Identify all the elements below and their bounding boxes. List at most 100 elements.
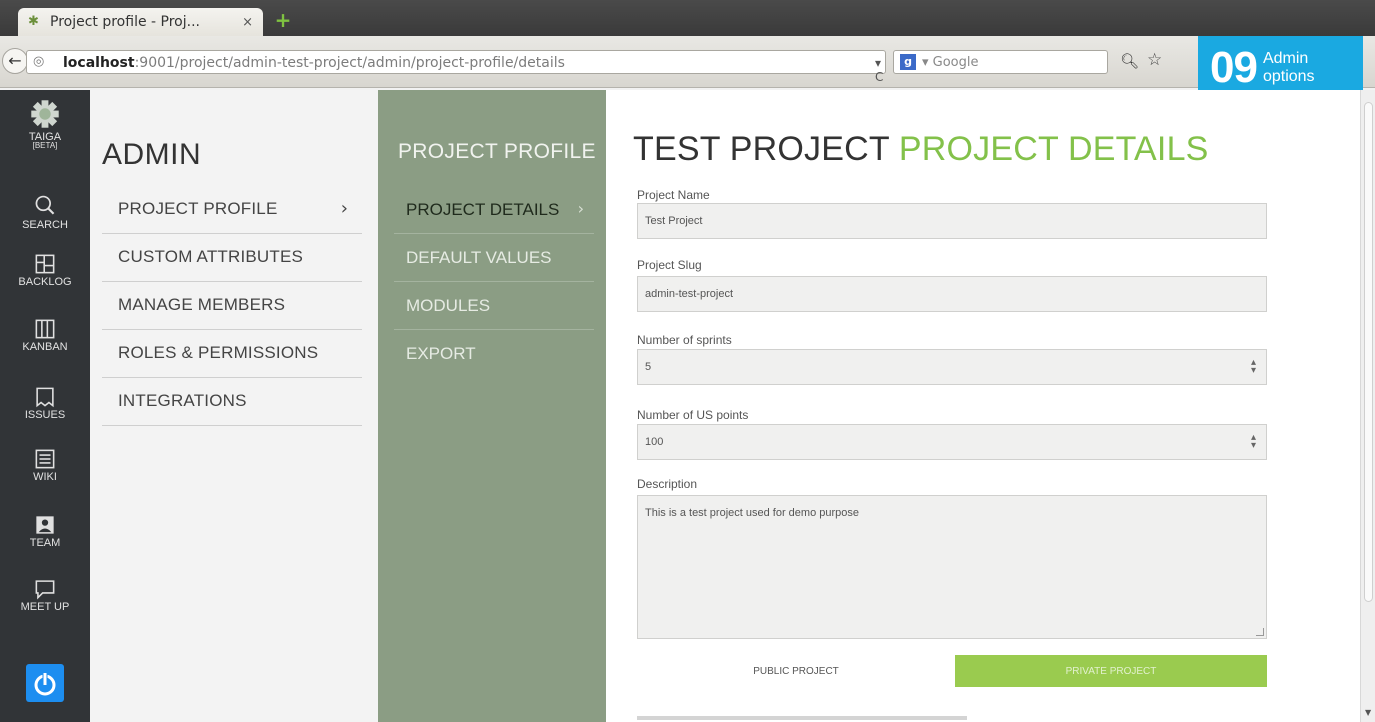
url-text: localhost:9001/project/admin-test-projec… (63, 55, 565, 71)
admin-item-custom-attributes[interactable]: CUSTOM ATTRIBUTES (102, 234, 362, 282)
new-tab-button[interactable]: + (274, 10, 292, 30)
project-slug-field[interactable]: admin-test-project (637, 276, 1267, 312)
magnifier-icon[interactable]: 🔍︎ (1120, 52, 1139, 70)
admin-title: ADMIN (102, 138, 202, 171)
badge-caption: Admin options (1263, 50, 1315, 86)
pp-item-label: PROJECT DETAILS (406, 200, 560, 219)
issues-icon (36, 387, 54, 408)
sprints-value: 5 (645, 361, 652, 373)
rail-search[interactable]: SEARCH (0, 194, 90, 231)
admin-item-label: PROJECT PROFILE (118, 199, 278, 218)
resize-grip-icon[interactable] (1256, 628, 1264, 636)
pp-item-label: EXPORT (406, 344, 476, 363)
page-title-section: PROJECT DETAILS (898, 130, 1209, 168)
points-stepper[interactable]: 100 ▴ ▾ (637, 424, 1267, 460)
close-tab-icon[interactable]: × (242, 15, 253, 30)
rail-label-search: SEARCH (22, 219, 68, 231)
search-bar[interactable]: g ▾ Google (893, 50, 1108, 74)
cut-off-content (637, 716, 967, 720)
page-scrollbar[interactable]: ▼ (1360, 90, 1375, 722)
rail-label-meetup: MEET UP (20, 601, 70, 613)
badge-line1: Admin (1262, 50, 1309, 67)
project-profile-menu: PROJECT PROFILE PROJECT DETAILS › DEFAUL… (378, 90, 606, 722)
chevron-right-icon: › (577, 199, 584, 218)
power-button[interactable] (26, 664, 64, 702)
project-slug-label: Project Slug (637, 258, 702, 272)
stepper-arrows-icon[interactable]: ▴ ▾ (1251, 358, 1256, 376)
page-title: TEST PROJECT PROJECT DETAILS (633, 130, 1209, 169)
project-name-label: Project Name (637, 188, 710, 202)
pp-item-modules[interactable]: MODULES (394, 282, 594, 330)
admin-menu: ADMIN PROJECT PROFILE › CUSTOM ATTRIBUTE… (90, 90, 378, 722)
google-engine-icon[interactable]: g (900, 54, 916, 70)
url-path: :9001/project/admin-test-project/admin/p… (134, 55, 565, 71)
page-title-project: TEST PROJECT (633, 130, 890, 168)
admin-item-label: CUSTOM ATTRIBUTES (118, 247, 304, 266)
points-value: 100 (645, 436, 664, 448)
sprints-stepper[interactable]: 5 ▴ ▾ (637, 349, 1267, 385)
url-host: localhost (63, 55, 135, 71)
rail-label-team: TEAM (29, 537, 61, 549)
rail-issues[interactable]: ISSUES (0, 386, 90, 421)
badge-line2: options (1262, 68, 1315, 85)
pp-item-label: DEFAULT VALUES (406, 248, 552, 267)
pp-item-default-values[interactable]: DEFAULT VALUES (394, 234, 594, 282)
admin-item-project-profile[interactable]: PROJECT PROFILE › (102, 186, 362, 234)
tab-title: Project profile - Proj... (50, 14, 200, 30)
search-icon (35, 195, 55, 215)
description-textarea[interactable]: This is a test project used for demo pur… (637, 495, 1267, 639)
admin-item-label: INTEGRATIONS (118, 391, 247, 410)
rail-label-kanban: KANBAN (22, 341, 68, 353)
team-icon (36, 516, 54, 534)
rail-wiki[interactable]: WIKI (0, 448, 90, 483)
wiki-icon (35, 449, 55, 469)
admin-item-label: ROLES & PERMISSIONS (118, 343, 319, 362)
backlog-icon (35, 254, 55, 274)
pp-item-project-details[interactable]: PROJECT DETAILS › (394, 186, 594, 234)
icon-rail: TAIGA [BETA] SEARCH BACKLOG KANBAN ISSUE… (0, 90, 90, 722)
browser-tab-strip: ✱ Project profile - Proj... × + (0, 0, 1375, 36)
rail-kanban[interactable]: KANBAN (0, 318, 90, 353)
admin-item-roles-permissions[interactable]: ROLES & PERMISSIONS (102, 330, 362, 378)
project-slug-value: admin-test-project (645, 288, 734, 300)
rail-label-wiki: WIKI (33, 471, 57, 483)
admin-item-integrations[interactable]: INTEGRATIONS (102, 378, 362, 426)
description-value: This is a test project used for demo pur… (645, 507, 859, 519)
sprints-label: Number of sprints (637, 333, 732, 347)
rail-label-issues: ISSUES (24, 409, 66, 421)
scroll-down-icon[interactable]: ▼ (1365, 708, 1371, 717)
meetup-icon (35, 580, 55, 600)
browser-tab[interactable]: ✱ Project profile - Proj... × (18, 8, 263, 36)
site-identity-icon[interactable]: ◎ (33, 54, 44, 69)
rail-meetup[interactable]: MEET UP (0, 578, 90, 613)
private-project-button[interactable]: PRIVATE PROJECT (955, 655, 1267, 687)
address-bar[interactable]: ◎ localhost:9001/project/admin-test-proj… (26, 50, 886, 84)
chevron-right-icon: › (340, 198, 348, 219)
public-project-button[interactable]: PUBLIC PROJECT (637, 655, 955, 687)
reload-icon[interactable]: ▾ C (875, 56, 885, 84)
badge-number: 09 (1210, 43, 1258, 92)
favicon-icon: ✱ (28, 14, 39, 29)
description-label: Description (637, 477, 698, 491)
private-project-label: PRIVATE PROJECT (1065, 665, 1157, 677)
bookmark-star-icon[interactable]: ☆ (1147, 50, 1162, 70)
taiga-logo[interactable]: TAIGA [BETA] (0, 98, 90, 150)
admin-item-label: MANAGE MEMBERS (118, 295, 286, 314)
project-name-field[interactable]: Test Project (637, 203, 1267, 239)
admin-item-manage-members[interactable]: MANAGE MEMBERS (102, 282, 362, 330)
public-project-label: PUBLIC PROJECT (753, 665, 839, 677)
pp-item-label: MODULES (406, 296, 491, 315)
project-profile-title: PROJECT PROFILE (398, 140, 596, 163)
scrollbar-thumb[interactable] (1364, 102, 1373, 602)
power-icon (34, 672, 56, 696)
pp-item-export[interactable]: EXPORT (394, 330, 594, 378)
kanban-icon (35, 319, 55, 339)
back-button[interactable]: ← (2, 48, 28, 74)
taiga-logo-icon (31, 100, 59, 128)
rail-team[interactable]: TEAM (0, 514, 90, 549)
logo-sublabel: [BETA] (32, 141, 58, 150)
browser-navbar: ← ◎ localhost:9001/project/admin-test-pr… (0, 36, 1375, 88)
points-label: Number of US points (637, 408, 749, 422)
rail-backlog[interactable]: BACKLOG (0, 253, 90, 288)
stepper-arrows-icon[interactable]: ▴ ▾ (1251, 433, 1256, 451)
